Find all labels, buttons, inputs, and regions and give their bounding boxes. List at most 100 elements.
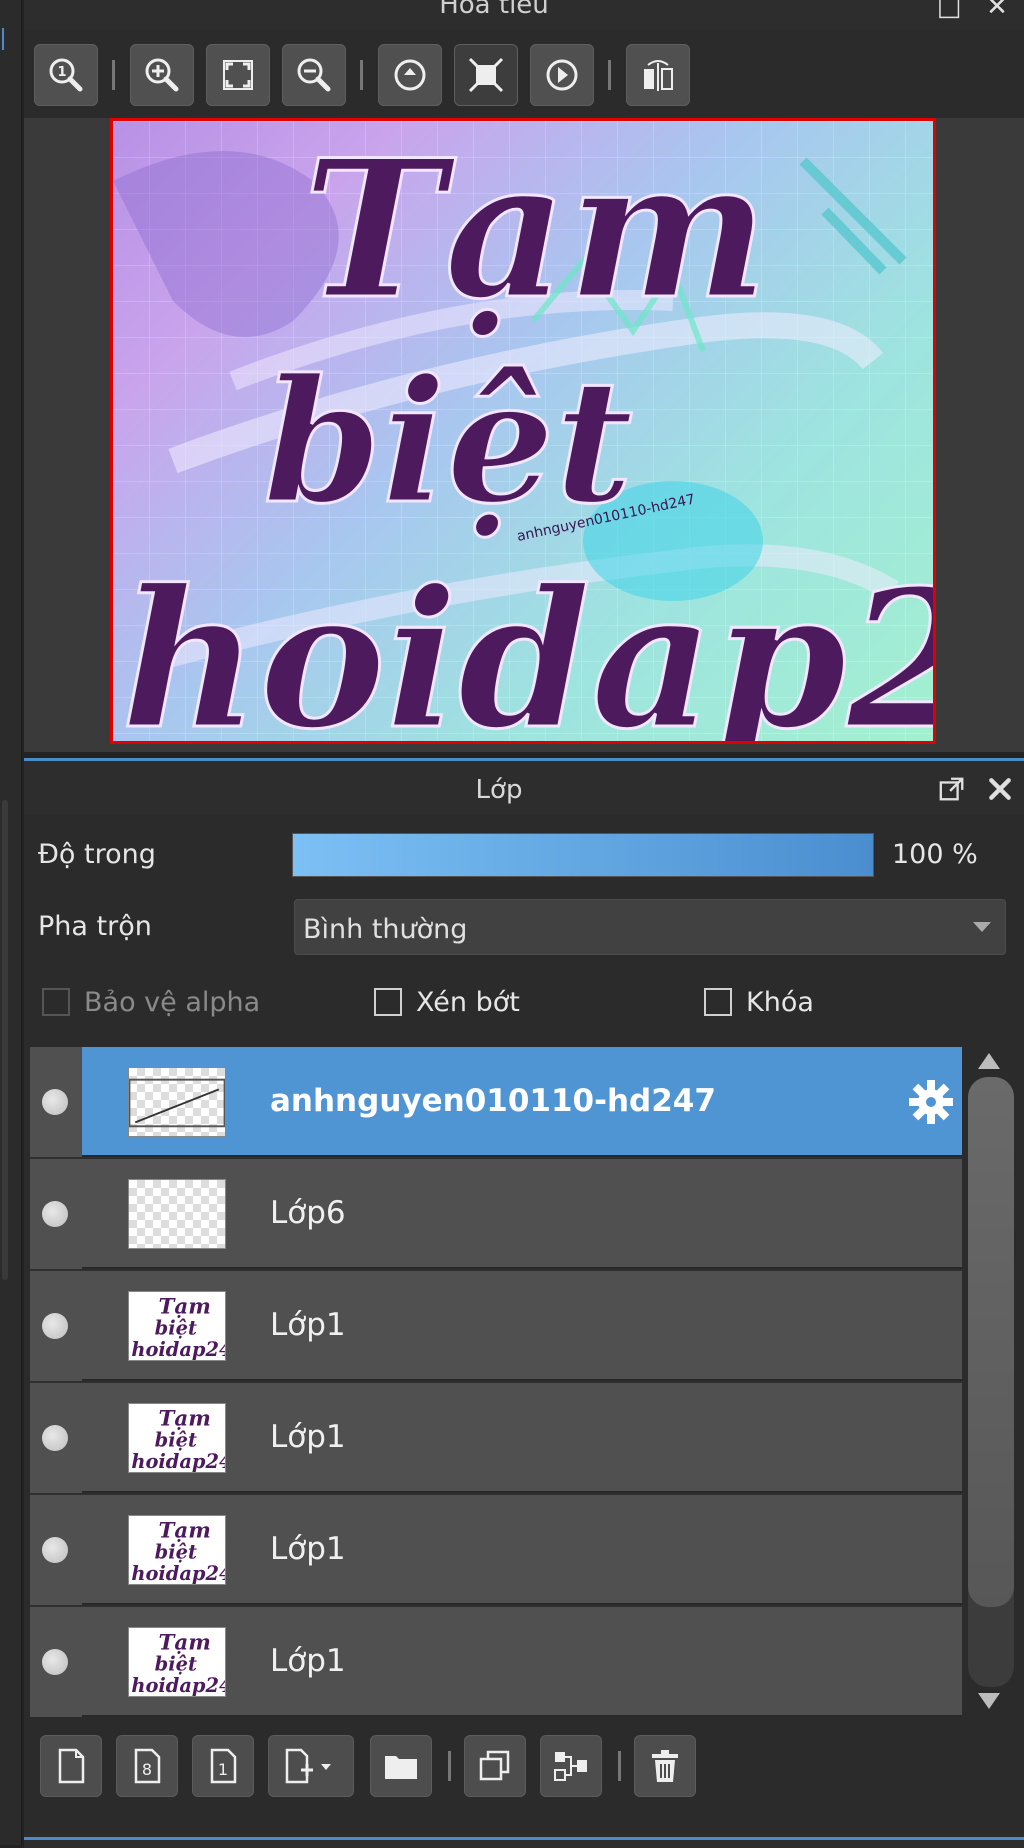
- clip-label: Xén bớt: [416, 986, 520, 1018]
- visibility-cell[interactable]: [30, 1495, 82, 1605]
- svg-text:hoidap247: hoidap247: [131, 1450, 225, 1472]
- float-panel-icon[interactable]: □: [936, 0, 962, 20]
- zoom-out-button[interactable]: [282, 44, 346, 106]
- layer-thumbnail: [128, 1067, 226, 1137]
- blend-row: Pha trộn Bình thường: [24, 895, 1024, 955]
- opacity-label: Độ trong: [38, 839, 156, 870]
- scrollbar-thumb[interactable]: [968, 1077, 1014, 1607]
- toolbar-separator: [360, 60, 363, 90]
- layer-row[interactable]: anhnguyen010110-hd247: [30, 1047, 962, 1157]
- protect-alpha-box: [42, 988, 70, 1016]
- dock-accent: [2, 28, 10, 50]
- zoom-actual-button[interactable]: 1: [34, 44, 98, 106]
- dock-splitter[interactable]: [2, 800, 8, 1280]
- svg-text:1: 1: [218, 1760, 228, 1779]
- blend-mode-select[interactable]: Bình thường: [294, 899, 1006, 955]
- navigator-preview-area[interactable]: Tạm biệt hoidap247 anhnguyen010110-hd247: [24, 118, 1024, 752]
- svg-text:1: 1: [57, 65, 66, 80]
- duplicate-layer-button[interactable]: [464, 1735, 526, 1797]
- scroll-down-icon[interactable]: [978, 1693, 1000, 1709]
- external-window-icon: [939, 777, 964, 801]
- layer-thumbnail: [128, 1179, 226, 1249]
- new-1bit-layer-button[interactable]: 1: [192, 1735, 254, 1797]
- layer-list-scrollbar[interactable]: [962, 1047, 1018, 1717]
- close-panel-button[interactable]: [984, 773, 1016, 805]
- new-8bit-layer-icon: 8: [134, 1748, 161, 1784]
- duplicate-layer-icon: [479, 1750, 510, 1781]
- delete-layer-button[interactable]: [634, 1735, 696, 1797]
- fit-screen-icon: [223, 60, 253, 90]
- zoom-in-icon: [145, 58, 179, 92]
- rotate-right-button[interactable]: [530, 44, 594, 106]
- svg-text:hoidap247: hoidap247: [131, 1562, 225, 1584]
- merge-down-button[interactable]: [540, 1735, 602, 1797]
- protect-alpha-label: Bảo vệ alpha: [84, 986, 261, 1018]
- new-layer-button[interactable]: [40, 1735, 102, 1797]
- gear-icon[interactable]: [906, 1077, 956, 1127]
- rotate-right-icon: [546, 59, 578, 91]
- svg-text:biệt: biệt: [155, 1429, 197, 1452]
- navigator-title: Hoa tiêu: [439, 0, 549, 20]
- fit-screen-button[interactable]: [206, 44, 270, 106]
- protect-alpha-checkbox: Bảo vệ alpha: [42, 985, 260, 1019]
- svg-text:biệt: biệt: [155, 1653, 197, 1676]
- visibility-cell[interactable]: [30, 1383, 82, 1493]
- clip-checkbox[interactable]: Xén bớt: [374, 985, 520, 1019]
- lock-box[interactable]: [704, 988, 732, 1016]
- toolbar-separator: [618, 1751, 621, 1781]
- flip-horizontal-button[interactable]: [626, 44, 690, 106]
- svg-text:hoidap247: hoidap247: [121, 548, 933, 741]
- clip-box[interactable]: [374, 988, 402, 1016]
- svg-text:Tạm: Tạm: [303, 121, 769, 341]
- layer-row[interactable]: Tạmbiệthoidap247 Lớp1: [30, 1607, 962, 1717]
- layer-name: Lớp1: [270, 1307, 346, 1343]
- scroll-up-icon[interactable]: [978, 1053, 1000, 1069]
- rotate-left-button[interactable]: [378, 44, 442, 106]
- blend-mode-value: Bình thường: [303, 914, 468, 945]
- layers-bottom-toolbar: 8 1: [30, 1727, 1024, 1819]
- rotate-left-icon: [394, 59, 426, 91]
- lock-checkbox[interactable]: Khóa: [704, 985, 814, 1019]
- svg-text:biệt: biệt: [155, 1317, 197, 1340]
- fit-window-button[interactable]: [454, 44, 518, 106]
- layer-row[interactable]: Lớp6: [30, 1159, 962, 1269]
- visibility-cell[interactable]: [30, 1047, 82, 1157]
- new-folder-button[interactable]: [370, 1735, 432, 1797]
- svg-text:Tạm: Tạm: [159, 1406, 211, 1431]
- close-icon: [989, 778, 1011, 800]
- layers-title-bar: Lớp: [24, 761, 1024, 815]
- opacity-row: Độ trong 100 %: [24, 823, 1024, 883]
- visibility-cell[interactable]: [30, 1159, 82, 1269]
- scrollbar-track[interactable]: [968, 1077, 1014, 1687]
- visibility-toggle-icon[interactable]: [42, 1201, 68, 1227]
- visibility-cell[interactable]: [30, 1607, 82, 1717]
- float-panel-button[interactable]: [936, 773, 968, 805]
- visibility-toggle-icon[interactable]: [42, 1649, 68, 1675]
- canvas-preview[interactable]: Tạm biệt hoidap247 anhnguyen010110-hd247: [110, 118, 936, 744]
- new-1bit-layer-icon: 1: [210, 1748, 237, 1784]
- layer-list[interactable]: anhnguyen010110-hd247 Lớp6 Tạm biệt hoidap…: [30, 1047, 962, 1717]
- layer-row[interactable]: Tạmbiệthoidap247 Lớp1: [30, 1271, 962, 1381]
- visibility-toggle-icon[interactable]: [42, 1537, 68, 1563]
- visibility-toggle-icon[interactable]: [42, 1089, 68, 1115]
- zoom-in-button[interactable]: [130, 44, 194, 106]
- svg-text:hoidap247: hoidap247: [131, 1674, 225, 1696]
- layer-options-row: Bảo vệ alpha Xén bớt Khóa: [24, 969, 1024, 1029]
- visibility-cell[interactable]: [30, 1271, 82, 1381]
- layer-name: Lớp1: [270, 1643, 346, 1679]
- layer-name: Lớp1: [270, 1531, 346, 1567]
- layer-row[interactable]: Tạmbiệthoidap247 Lớp1: [30, 1495, 962, 1605]
- layer-row[interactable]: Tạmbiệthoidap247 Lớp1: [30, 1383, 962, 1493]
- visibility-toggle-icon[interactable]: [42, 1313, 68, 1339]
- new-8bit-layer-button[interactable]: 8: [116, 1735, 178, 1797]
- svg-text:8: 8: [142, 1760, 152, 1779]
- opacity-slider[interactable]: [292, 833, 874, 877]
- zoom-actual-icon: 1: [49, 58, 83, 92]
- close-panel-icon[interactable]: ✕: [984, 0, 1010, 20]
- add-layer-dropdown-button[interactable]: [268, 1735, 354, 1797]
- merge-down-icon: [554, 1752, 587, 1781]
- add-layer-dropdown-icon: [285, 1748, 331, 1784]
- visibility-toggle-icon[interactable]: [42, 1425, 68, 1451]
- layer-name: anhnguyen010110-hd247: [270, 1083, 716, 1119]
- flip-horizontal-icon: [644, 60, 673, 91]
